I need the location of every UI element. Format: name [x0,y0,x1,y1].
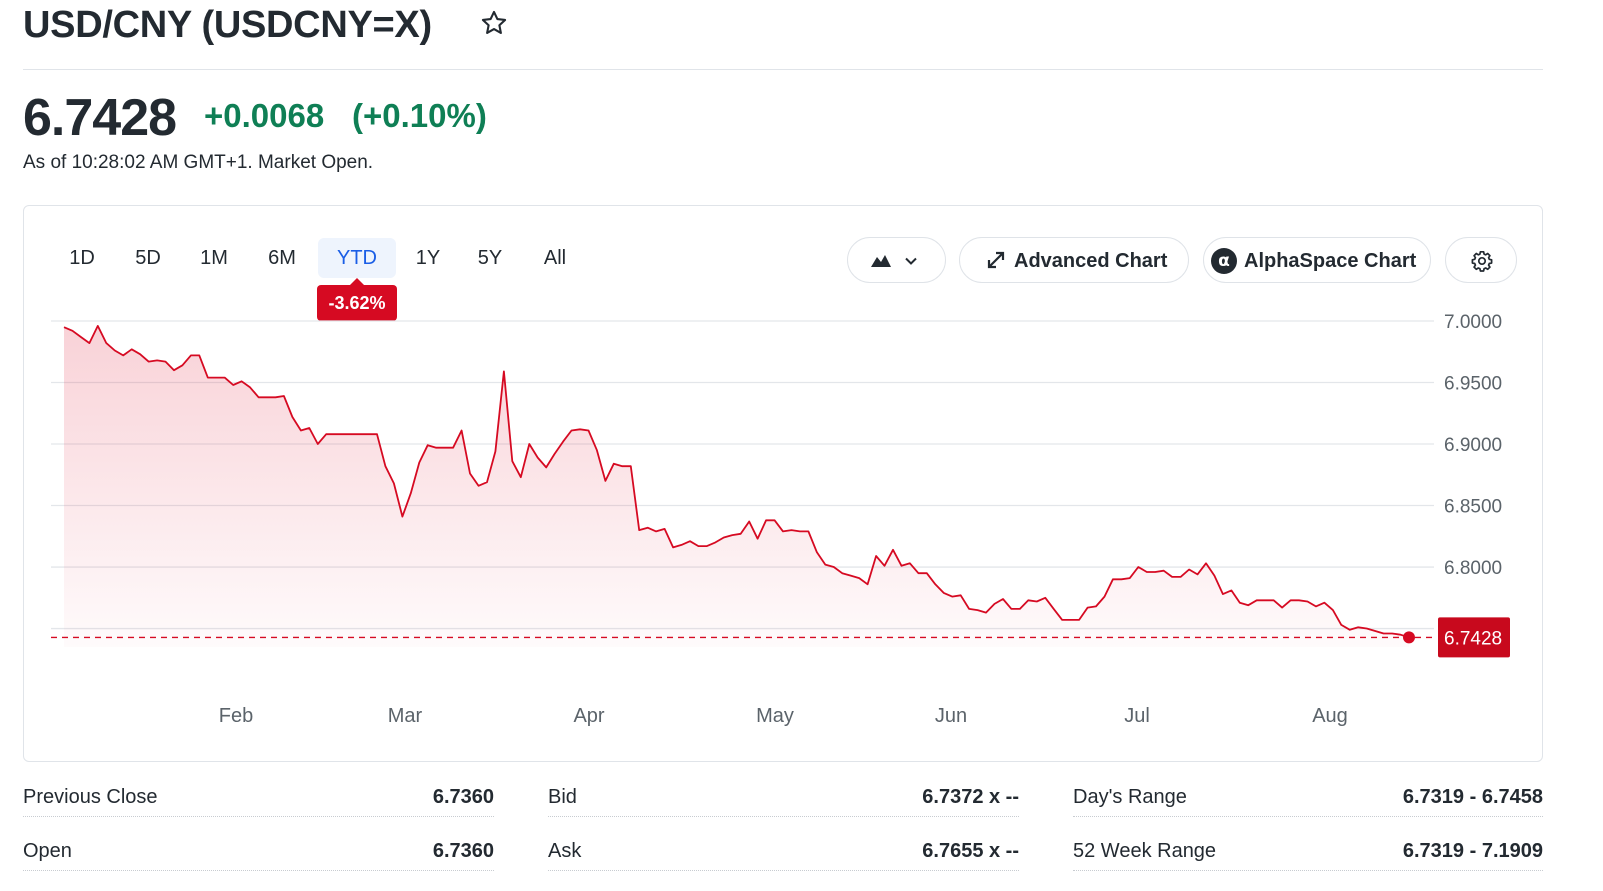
last-price: 6.7428 [23,89,177,147]
price-change-percent: (+0.10%) [352,97,487,134]
x-tick-label: Mar [388,705,423,727]
stat-label: 52 Week Range [1073,840,1217,862]
stat-value: 6.7655 x -- [922,840,1019,862]
y-tick-label: 6.8500 [1444,497,1502,518]
price-area-fill [64,325,1409,647]
stat-value: 6.7319 - 6.7458 [1402,786,1543,808]
stat-value: 6.7319 - 7.1909 [1402,840,1543,862]
price-change: +0.0068 [204,97,325,134]
x-tick-label: Jun [935,705,967,727]
page-header: USD/CNY (USDCNY=X) [23,0,1543,70]
x-tick-label: Feb [219,705,253,727]
x-tick-label: May [756,705,794,727]
stat-open: Open 6.7360 [23,824,494,871]
y-tick-label: 6.9000 [1444,435,1502,456]
y-tick-label: 7.0000 [1444,312,1502,333]
stat-value: 6.7360 [432,786,494,808]
stat-label: Previous Close [23,786,158,808]
last-price-marker [1403,631,1415,644]
stat-ask: Ask 6.7655 x -- [548,824,1019,871]
market-time: As of 10:28:02 AM GMT+1. Market Open. [23,152,374,173]
star-icon[interactable] [480,9,508,37]
last-price-tag-label: 6.7428 [1444,628,1502,649]
x-tick-label: Apr [573,705,604,727]
stat-days-range: Day's Range 6.7319 - 6.7458 [1073,770,1543,817]
stat-previous-close: Previous Close 6.7360 [23,770,494,817]
stat-label: Ask [548,840,582,862]
stat-label: Day's Range [1073,786,1187,808]
quote-stats: Previous Close 6.7360 Open 6.7360 Bid 6.… [23,770,1543,880]
y-tick-label: 6.8000 [1444,558,1502,579]
price-chart[interactable]: 7.0000 6.9500 6.9000 6.8500 6.8000 Feb Mar Apr… [24,206,1544,763]
x-tick-label: Aug [1312,705,1348,727]
stat-value: 6.7360 [432,840,494,862]
stat-bid: Bid 6.7372 x -- [548,770,1019,817]
stat-label: Open [23,840,72,862]
chart-card: 1D 5D 1M 6M YTD 1Y 5Y All -3.62% Advance… [23,205,1543,762]
x-tick-label: Jul [1124,705,1150,727]
stat-52-week-range: 52 Week Range 6.7319 - 7.1909 [1073,824,1543,871]
stat-value: 6.7372 x -- [922,786,1019,808]
y-tick-label: 6.9500 [1444,374,1502,395]
last-price-tag: 6.7428 [1438,617,1510,658]
stat-label: Bid [548,786,577,808]
page-title: USD/CNY (USDCNY=X) [23,4,432,46]
